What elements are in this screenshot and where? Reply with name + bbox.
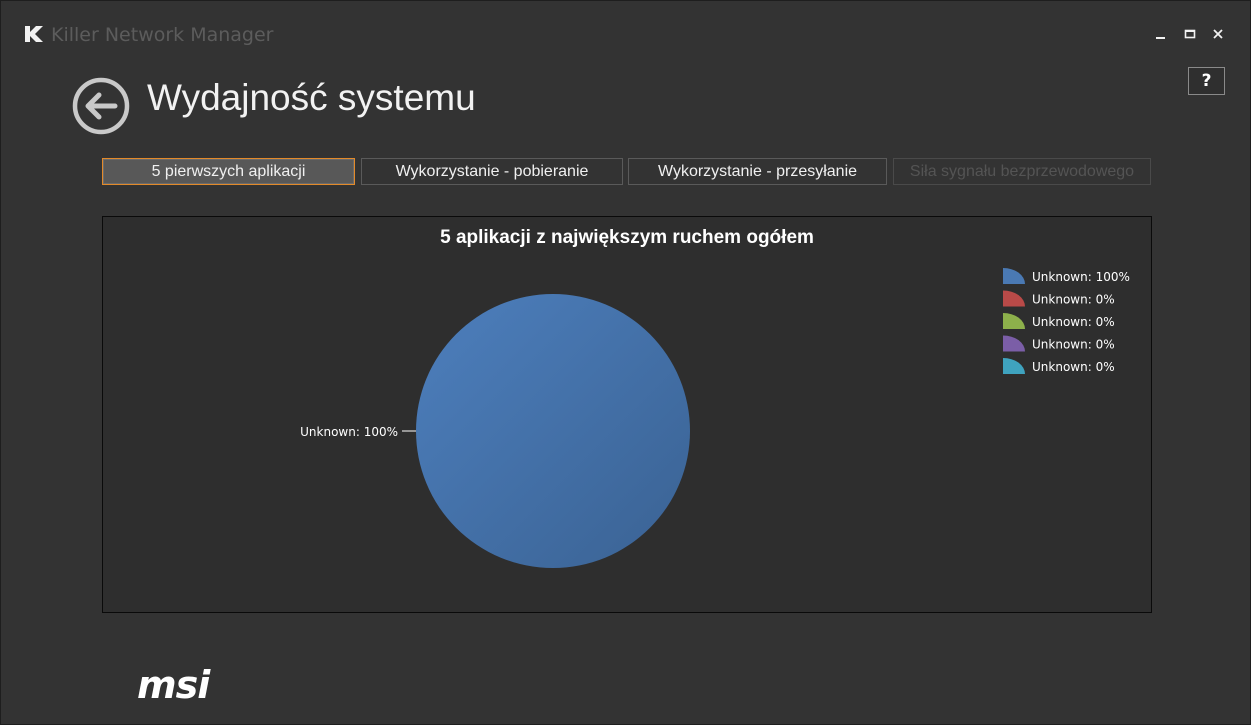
app-window: Killer Network Manager ? Wydajność syste… [0, 0, 1251, 725]
help-button[interactable]: ? [1188, 67, 1225, 95]
tab-upload-usage[interactable]: Wykorzystanie - przesyłanie [628, 158, 887, 185]
pie-slice [416, 294, 690, 568]
back-arrow-icon[interactable] [71, 76, 131, 136]
legend-label: Unknown: 0% [1032, 315, 1115, 329]
svg-text:msi: msi [137, 665, 211, 703]
slice-label: Unknown: 100% [300, 425, 398, 439]
killer-logo-icon [25, 26, 43, 42]
maximize-button[interactable] [1179, 23, 1201, 45]
slice-labels: Unknown: 100% [300, 425, 416, 439]
pie-chart: 5 aplikacji z największym ruchem ogółem … [300, 227, 1130, 568]
msi-logo: msi [137, 665, 212, 703]
chart-legend: Unknown: 100% Unknown: 0% Unknown: 0% Unkno… [1003, 268, 1130, 374]
close-icon [1213, 29, 1223, 39]
tab-download-usage[interactable]: Wykorzystanie - pobieranie [361, 158, 623, 185]
page-title: Wydajność systemu [147, 77, 476, 118]
minimize-icon [1156, 37, 1165, 39]
legend-swatch [1003, 335, 1025, 352]
legend-label: Unknown: 0% [1032, 360, 1115, 374]
app-title: Killer Network Manager [51, 24, 274, 46]
tab-wireless-signal: Siła sygnału bezprzewodowego [893, 158, 1151, 185]
legend-swatch [1003, 268, 1025, 284]
tab-top-5-apps[interactable]: 5 pierwszych aplikacji [102, 158, 355, 185]
legend-label: Unknown: 0% [1032, 338, 1115, 352]
legend-swatch [1003, 313, 1025, 329]
pie-slices [416, 294, 690, 568]
legend-label: Unknown: 100% [1032, 270, 1130, 284]
close-button[interactable] [1207, 23, 1229, 45]
maximize-icon [1184, 29, 1196, 39]
chart-title: 5 aplikacji z największym ruchem ogółem [440, 227, 814, 248]
chart-panel: 5 aplikacji z największym ruchem ogółem … [102, 216, 1152, 613]
legend-swatch [1003, 290, 1025, 307]
legend-swatch [1003, 358, 1025, 374]
minimize-button[interactable] [1150, 23, 1172, 45]
legend-label: Unknown: 0% [1032, 293, 1115, 307]
